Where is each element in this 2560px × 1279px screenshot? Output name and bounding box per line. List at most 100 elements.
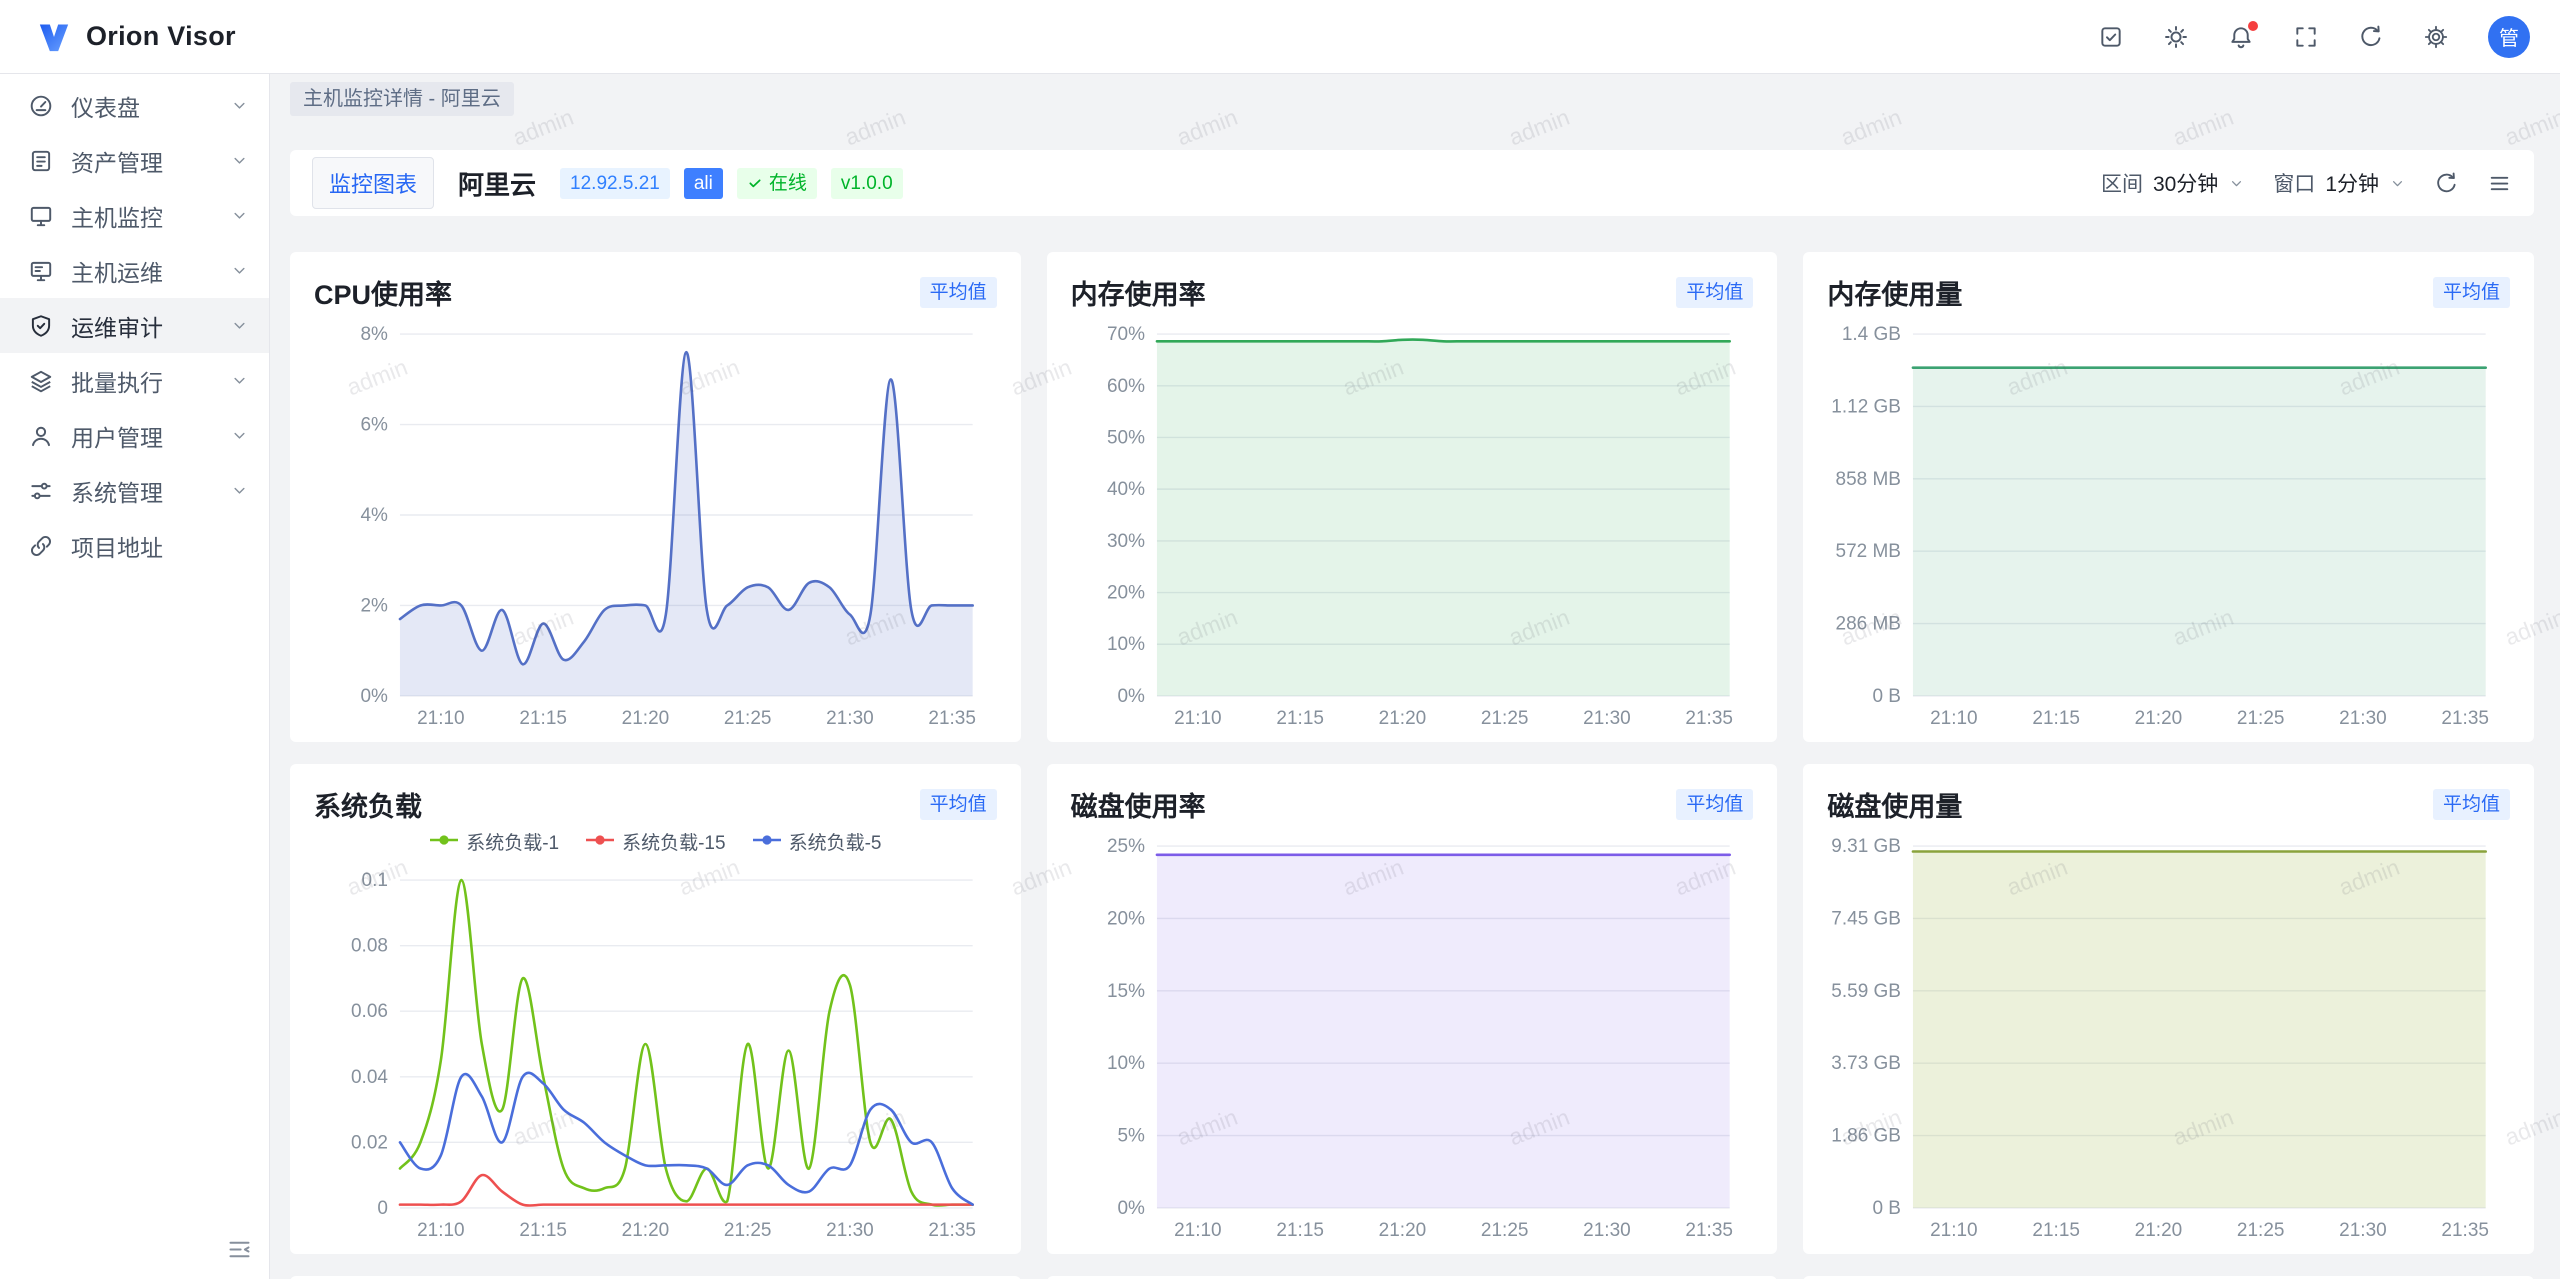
svg-text:0 B: 0 B bbox=[1873, 686, 1902, 707]
svg-text:6%: 6% bbox=[361, 415, 389, 436]
chart-plot-system-load: 00.020.040.060.080.121:1021:1521:2021:25… bbox=[314, 858, 997, 1242]
chevron-down-icon bbox=[230, 481, 249, 500]
svg-text:21:10: 21:10 bbox=[1930, 1220, 1978, 1241]
sidebar-item-system-mgmt[interactable]: 系统管理 bbox=[0, 463, 269, 518]
svg-text:7.45 GB: 7.45 GB bbox=[1832, 908, 1902, 929]
brand: Orion Visor bbox=[34, 17, 236, 57]
svg-text:858 MB: 858 MB bbox=[1836, 469, 1901, 490]
check-icon bbox=[747, 175, 763, 191]
fullscreen-icon[interactable] bbox=[2293, 24, 2319, 50]
sidebar-item-label: 项目地址 bbox=[71, 529, 249, 563]
host-tag-text: ali bbox=[694, 174, 713, 193]
chart-plot-memory-usage-amount: 0 B286 MB572 MB858 MB1.12 GB1.4 GB21:102… bbox=[1827, 312, 2510, 730]
audit-icon bbox=[28, 313, 54, 339]
sidebar-item-host-ops[interactable]: 主机运维 bbox=[0, 243, 269, 298]
average-badge: 平均值 bbox=[920, 277, 997, 308]
svg-text:21:15: 21:15 bbox=[1276, 708, 1324, 729]
chart-plot-disk-usage-percent: 0%5%10%15%20%25%21:1021:1521:2021:2521:3… bbox=[1071, 824, 1754, 1242]
todo-check-icon[interactable] bbox=[2098, 24, 2124, 50]
svg-text:21:10: 21:10 bbox=[417, 708, 465, 729]
theme-sun-icon[interactable] bbox=[2163, 24, 2189, 50]
svg-text:0 B: 0 B bbox=[1873, 1198, 1902, 1219]
chart-title: 内存使用量 bbox=[1827, 273, 1962, 312]
chart-canvas-memory-usage-percent: 0%10%20%30%40%50%60%70%21:1021:1521:2021… bbox=[1071, 312, 1754, 730]
svg-text:21:25: 21:25 bbox=[724, 1220, 772, 1241]
sidebar-item-label: 仪表盘 bbox=[71, 89, 213, 123]
window-label: 窗口 bbox=[2273, 168, 2315, 198]
refresh-charts-icon[interactable] bbox=[2434, 171, 2459, 196]
chart-card-system-load: 系统负载平均值系统负载-1系统负载-15系统负载-500.020.040.060… bbox=[290, 764, 1021, 1254]
sidebar-item-label: 主机监控 bbox=[71, 199, 213, 233]
legend-item[interactable]: 系统负载-15 bbox=[585, 828, 725, 855]
chart-title: 磁盘使用率 bbox=[1071, 785, 1206, 824]
topbar-actions: 管 bbox=[2098, 16, 2530, 58]
svg-text:0%: 0% bbox=[361, 686, 389, 707]
sidebar: 仪表盘资产管理主机监控主机运维运维审计批量执行用户管理系统管理项目地址 bbox=[0, 74, 270, 1279]
breadcrumb-item[interactable]: 主机监控详情 - 阿里云 bbox=[290, 82, 514, 116]
sidebar-item-label: 用户管理 bbox=[71, 419, 213, 453]
sidebar-item-label: 资产管理 bbox=[71, 144, 213, 178]
sidebar-item-host-monitor[interactable]: 主机监控 bbox=[0, 188, 269, 243]
svg-text:21:20: 21:20 bbox=[1378, 708, 1426, 729]
svg-text:21:35: 21:35 bbox=[928, 1220, 976, 1241]
svg-text:2%: 2% bbox=[361, 595, 389, 616]
svg-text:3.73 GB: 3.73 GB bbox=[1832, 1053, 1902, 1074]
window-select[interactable]: 窗口 1分钟 bbox=[2273, 168, 2406, 198]
legend-marker bbox=[585, 830, 615, 852]
chart-card-memory-usage-percent: 内存使用率平均值0%10%20%30%40%50%60%70%21:1021:1… bbox=[1047, 252, 1778, 742]
chart-card-disk-usage-amount: 磁盘使用量平均值0 B1.86 GB3.73 GB5.59 GB7.45 GB9… bbox=[1803, 764, 2534, 1254]
legend-label: 系统负载-5 bbox=[789, 828, 882, 855]
average-badge: 平均值 bbox=[2433, 789, 2510, 820]
chart-canvas-cpu-usage: 0%2%4%6%8%21:1021:1521:2021:2521:3021:35 bbox=[314, 312, 997, 730]
legend-item[interactable]: 系统负载-5 bbox=[752, 828, 882, 855]
sidebar-item-assets[interactable]: 资产管理 bbox=[0, 133, 269, 188]
average-badge: 平均值 bbox=[1676, 789, 1753, 820]
svg-text:21:15: 21:15 bbox=[2033, 1220, 2081, 1241]
svg-text:21:35: 21:35 bbox=[1685, 708, 1733, 729]
sidebar-collapse-icon[interactable] bbox=[226, 1236, 253, 1263]
svg-text:286 MB: 286 MB bbox=[1836, 614, 1901, 635]
chart-canvas-disk-usage-amount: 0 B1.86 GB3.73 GB5.59 GB7.45 GB9.31 GB21… bbox=[1827, 824, 2510, 1242]
settings-gear-icon[interactable] bbox=[2423, 24, 2449, 50]
chart-list-icon[interactable] bbox=[2487, 171, 2512, 196]
user-avatar[interactable]: 管 bbox=[2488, 16, 2530, 58]
sidebar-item-dashboard[interactable]: 仪表盘 bbox=[0, 78, 269, 133]
svg-text:21:35: 21:35 bbox=[1685, 1220, 1733, 1241]
interval-value: 30分钟 bbox=[2153, 168, 2218, 198]
svg-text:5.59 GB: 5.59 GB bbox=[1832, 981, 1902, 1002]
svg-text:1.4 GB: 1.4 GB bbox=[1842, 324, 1901, 345]
average-badge: 平均值 bbox=[920, 789, 997, 820]
chart-canvas-system-load: 00.020.040.060.080.121:1021:1521:2021:25… bbox=[314, 858, 997, 1242]
svg-text:21:30: 21:30 bbox=[1583, 708, 1631, 729]
svg-text:21:15: 21:15 bbox=[2033, 708, 2081, 729]
chart-title: 磁盘使用量 bbox=[1827, 785, 1962, 824]
sidebar-item-ops-audit[interactable]: 运维审计 bbox=[0, 298, 269, 353]
svg-text:21:25: 21:25 bbox=[2237, 1220, 2285, 1241]
svg-text:21:25: 21:25 bbox=[1481, 708, 1529, 729]
sidebar-item-label: 运维审计 bbox=[71, 309, 213, 343]
chart-card-header: 磁盘使用量 平均值 bbox=[1827, 784, 2510, 824]
monitor-chart-tab[interactable]: 监控图表 bbox=[312, 157, 434, 209]
legend-marker bbox=[429, 830, 459, 852]
interval-select[interactable]: 区间 30分钟 bbox=[2101, 168, 2245, 198]
svg-text:21:30: 21:30 bbox=[826, 708, 874, 729]
chart-legend: 系统负载-1 系统负载-15 系统负载-5 bbox=[314, 824, 997, 858]
host-tag-provider: ali bbox=[684, 168, 723, 199]
average-badge: 平均值 bbox=[2433, 277, 2510, 308]
svg-text:21:20: 21:20 bbox=[2135, 1220, 2183, 1241]
refresh-icon[interactable] bbox=[2358, 24, 2384, 50]
sidebar-item-batch-exec[interactable]: 批量执行 bbox=[0, 353, 269, 408]
chevron-down-icon bbox=[2389, 175, 2406, 192]
sidebar-item-project-link[interactable]: 项目地址 bbox=[0, 518, 269, 573]
notification-bell-icon[interactable] bbox=[2228, 24, 2254, 50]
legend-item[interactable]: 系统负载-1 bbox=[429, 828, 559, 855]
svg-text:21:30: 21:30 bbox=[2340, 1220, 2388, 1241]
link-icon bbox=[28, 533, 54, 559]
topbar: Orion Visor 管 bbox=[0, 0, 2560, 74]
breadcrumb: 主机监控详情 - 阿里云 bbox=[270, 74, 2560, 116]
chart-card-memory-usage-amount: 内存使用量平均值0 B286 MB572 MB858 MB1.12 GB1.4 … bbox=[1803, 252, 2534, 742]
sidebar-item-user-mgmt[interactable]: 用户管理 bbox=[0, 408, 269, 463]
asset-icon bbox=[28, 148, 54, 174]
sidebar-menu: 仪表盘资产管理主机监控主机运维运维审计批量执行用户管理系统管理项目地址 bbox=[0, 78, 269, 573]
host-header-left: 监控图表 阿里云 12.92.5.21ali在线v1.0.0 bbox=[312, 157, 903, 209]
